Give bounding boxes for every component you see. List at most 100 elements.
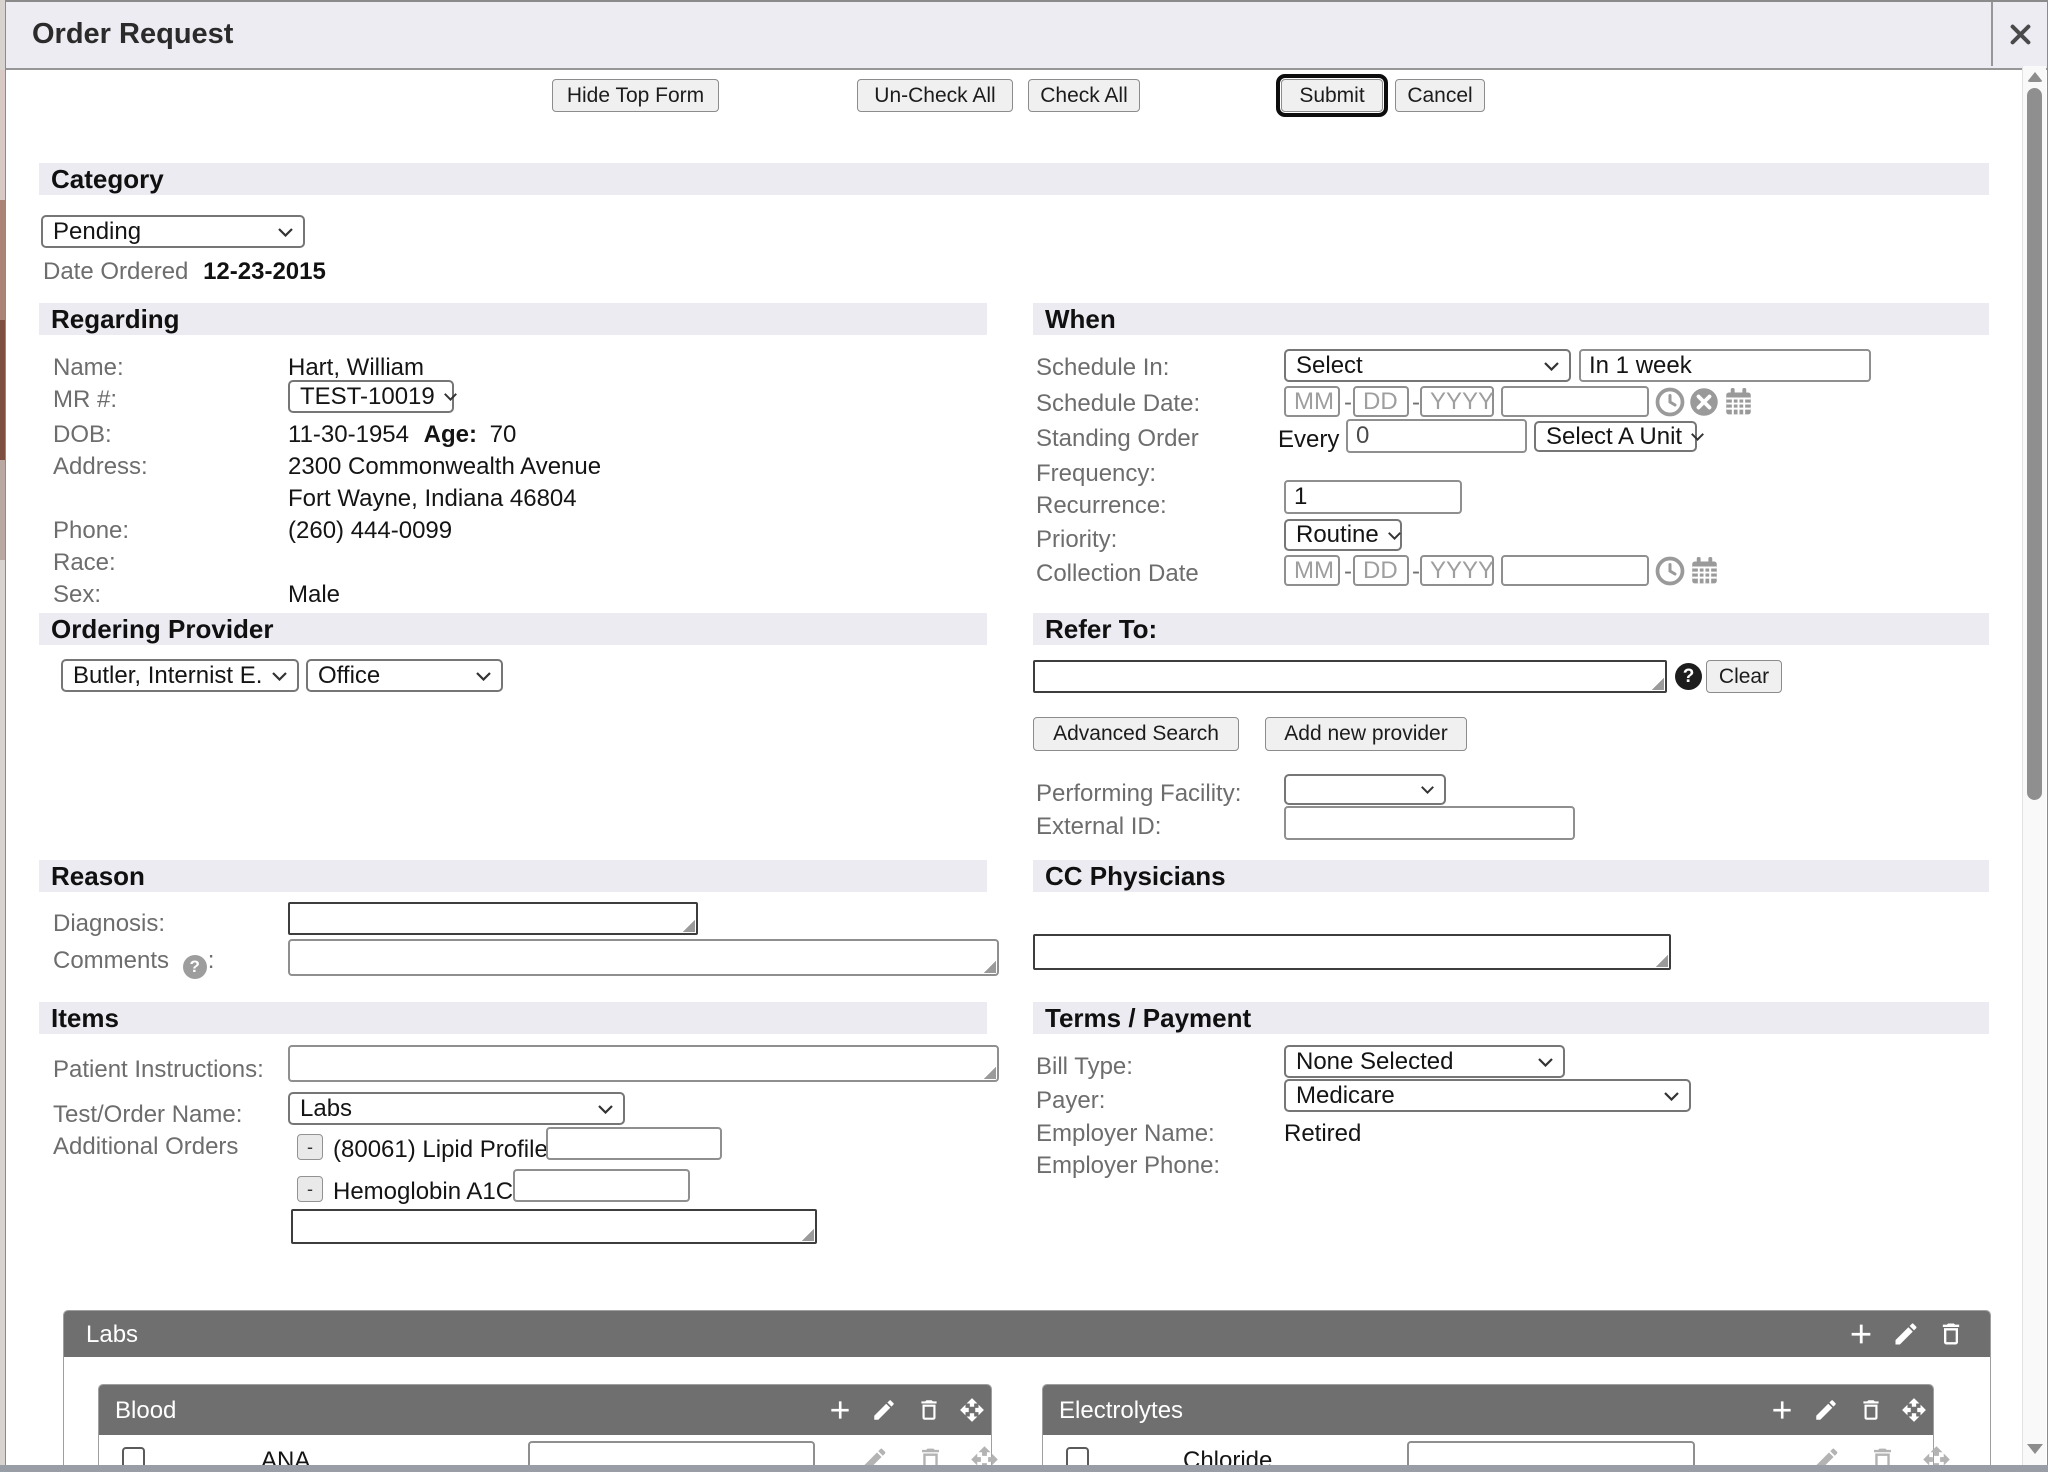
electrolytes-move-handle[interactable] xyxy=(1901,1397,1927,1423)
advanced-search-button[interactable]: Advanced Search xyxy=(1033,717,1239,751)
date-dash: - xyxy=(1412,389,1420,417)
every-input[interactable]: 0 xyxy=(1346,419,1527,453)
patient-instructions-textarea[interactable] xyxy=(288,1045,999,1082)
payer-select[interactable]: Medicare xyxy=(1284,1079,1691,1112)
schedule-in-input[interactable]: In 1 week xyxy=(1579,349,1871,382)
comments-textarea[interactable] xyxy=(288,939,999,976)
when-header: When xyxy=(1033,303,1989,335)
plus-icon xyxy=(1847,1320,1875,1348)
blood-group-header: Blood xyxy=(99,1385,991,1435)
collection-date-mm-input[interactable]: MM xyxy=(1284,555,1340,586)
hide-top-form-button[interactable]: Hide Top Form xyxy=(552,79,719,112)
collection-date-calendar-button[interactable] xyxy=(1689,555,1720,586)
chevron-down-icon xyxy=(277,227,294,237)
labs-delete-button[interactable] xyxy=(1937,1320,1965,1348)
patient-instructions-label: Patient Instructions: xyxy=(53,1056,264,1084)
labs-add-button[interactable] xyxy=(1847,1320,1875,1348)
additional-order-search-input[interactable] xyxy=(291,1209,817,1244)
performing-facility-select[interactable] xyxy=(1284,774,1446,805)
chevron-down-icon xyxy=(1663,1091,1680,1101)
collection-time-input[interactable] xyxy=(1501,555,1649,586)
payer-label: Payer: xyxy=(1036,1087,1105,1115)
address-label: Address: xyxy=(53,453,148,481)
scrollbar-up-button[interactable] xyxy=(2027,72,2043,82)
vertical-scrollbar[interactable] xyxy=(2022,66,2046,1472)
chevron-down-icon xyxy=(271,671,288,681)
trash-icon xyxy=(916,1397,942,1423)
bill-type-label: Bill Type: xyxy=(1036,1053,1133,1081)
frequency-label: Frequency: xyxy=(1036,460,1156,488)
provider-location-select[interactable]: Office xyxy=(306,659,503,692)
blood-delete-button[interactable] xyxy=(916,1397,942,1423)
cancel-button[interactable]: Cancel xyxy=(1395,79,1485,112)
refer-to-help-button[interactable]: ? xyxy=(1675,663,1702,690)
employer-name-value: Retired xyxy=(1284,1120,1361,1148)
blood-move-handle[interactable] xyxy=(959,1397,985,1423)
page-title: Order Request xyxy=(32,2,233,66)
ordering-provider-select[interactable]: Butler, Internist E. xyxy=(61,659,299,692)
reason-header: Reason xyxy=(39,860,987,892)
electrolytes-edit-button[interactable] xyxy=(1813,1397,1839,1423)
check-all-button[interactable]: Check All xyxy=(1028,79,1140,112)
payer-value: Medicare xyxy=(1296,1082,1395,1110)
date-ordered-label: Date Ordered xyxy=(43,258,188,285)
schedule-date-clear-button[interactable] xyxy=(1689,387,1719,417)
every-label: Every xyxy=(1278,426,1339,454)
order-value-input[interactable] xyxy=(546,1127,722,1160)
submit-button[interactable]: Submit xyxy=(1281,79,1383,112)
scrollbar-down-button[interactable] xyxy=(2027,1444,2043,1454)
help-icon[interactable]: ? xyxy=(183,955,207,979)
remove-order-button[interactable]: - xyxy=(297,1176,323,1202)
priority-select[interactable]: Routine xyxy=(1284,519,1402,551)
schedule-time-clock-button[interactable] xyxy=(1655,387,1685,417)
employer-name-label: Employer Name: xyxy=(1036,1120,1215,1148)
electrolytes-group-title: Electrolytes xyxy=(1059,1397,1183,1425)
category-select[interactable]: Pending xyxy=(41,215,305,248)
schedule-in-select[interactable]: Select xyxy=(1284,349,1571,382)
cc-physicians-header: CC Physicians xyxy=(1033,860,1989,892)
scrollbar-thumb[interactable] xyxy=(2027,88,2042,800)
labs-edit-button[interactable] xyxy=(1892,1320,1920,1348)
blood-edit-button[interactable] xyxy=(871,1397,897,1423)
add-new-provider-button[interactable]: Add new provider xyxy=(1265,717,1467,751)
collection-date-yyyy-input[interactable]: YYYY xyxy=(1420,555,1494,586)
move-icon xyxy=(959,1397,985,1423)
external-id-input[interactable] xyxy=(1284,806,1575,840)
schedule-date-calendar-button[interactable] xyxy=(1723,386,1754,417)
close-button[interactable] xyxy=(1991,2,2047,66)
mr-select-value: TEST-10019 xyxy=(300,383,435,411)
blood-add-button[interactable] xyxy=(827,1397,853,1423)
clear-button[interactable]: Clear xyxy=(1706,660,1782,693)
address-line2: Fort Wayne, Indiana 46804 xyxy=(288,485,577,513)
electrolytes-delete-button[interactable] xyxy=(1858,1397,1884,1423)
refer-to-search-input[interactable] xyxy=(1033,660,1667,693)
additional-orders-label: Additional Orders xyxy=(53,1133,238,1161)
remove-order-button[interactable]: - xyxy=(297,1134,323,1160)
schedule-in-select-value: Select xyxy=(1296,352,1363,380)
schedule-time-input[interactable] xyxy=(1501,386,1649,417)
employer-phone-label: Employer Phone: xyxy=(1036,1152,1220,1180)
mr-select[interactable]: TEST-10019 xyxy=(288,380,454,413)
bill-type-value: None Selected xyxy=(1296,1048,1453,1076)
category-select-value: Pending xyxy=(53,218,141,246)
order-value-input[interactable] xyxy=(513,1169,690,1202)
chevron-down-icon xyxy=(1387,531,1402,540)
uncheck-all-button[interactable]: Un-Check All xyxy=(857,79,1013,112)
schedule-date-yyyy-input[interactable]: YYYY xyxy=(1420,386,1494,417)
dob-label: DOB: xyxy=(53,421,112,449)
bill-type-select[interactable]: None Selected xyxy=(1284,1045,1565,1078)
recurrence-input[interactable]: 1 xyxy=(1284,480,1462,514)
schedule-date-dd-input[interactable]: DD xyxy=(1353,386,1409,417)
cc-physicians-input[interactable] xyxy=(1033,934,1671,970)
electrolytes-add-button[interactable] xyxy=(1769,1397,1795,1423)
diagnosis-input[interactable] xyxy=(288,902,698,935)
test-order-value: Labs xyxy=(300,1095,352,1123)
close-icon xyxy=(2007,21,2034,48)
name-label: Name: xyxy=(53,354,124,382)
comments-colon: : xyxy=(208,947,215,974)
collection-time-clock-button[interactable] xyxy=(1655,556,1685,586)
unit-select[interactable]: Select A Unit xyxy=(1534,421,1697,452)
schedule-date-mm-input[interactable]: MM xyxy=(1284,386,1340,417)
test-order-select[interactable]: Labs xyxy=(288,1092,625,1125)
collection-date-dd-input[interactable]: DD xyxy=(1353,555,1409,586)
